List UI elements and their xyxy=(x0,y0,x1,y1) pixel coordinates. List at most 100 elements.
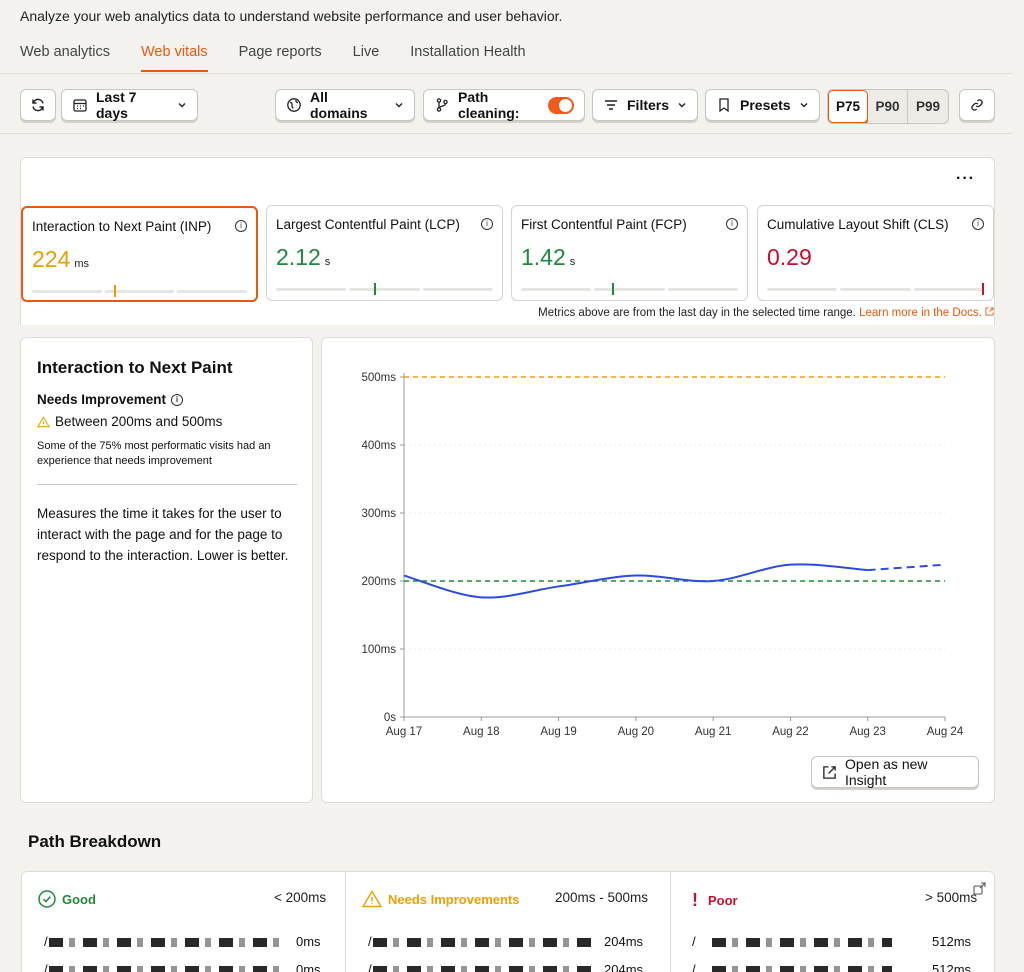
good-row-value: 0ms xyxy=(296,934,321,949)
tabs-divider xyxy=(0,73,1012,74)
copy-link-button[interactable] xyxy=(959,89,995,121)
docs-link[interactable]: Learn more in the Docs. xyxy=(859,307,982,319)
percentile-p99[interactable]: P99 xyxy=(908,90,948,123)
metric-card[interactable]: First Contentful Paint (FCP) i 1.42 s xyxy=(511,205,748,301)
detail-range: Between 200ms and 500ms xyxy=(37,414,222,429)
column-divider xyxy=(345,872,346,972)
path-cleaning-switch[interactable] xyxy=(548,96,574,114)
page-subtitle: Analyze your web analytics data to under… xyxy=(20,8,563,24)
metric-number: 2.12 xyxy=(276,244,321,270)
info-icon[interactable]: i xyxy=(235,220,247,232)
path-cleaning-toggle[interactable]: Path cleaning: xyxy=(423,89,585,121)
toolbar-divider xyxy=(0,133,1012,134)
needs-improvement-row-value: 204ms xyxy=(604,934,644,949)
export-icon[interactable] xyxy=(972,882,986,901)
metric-unit: s xyxy=(569,256,576,268)
metric-level-marker xyxy=(373,283,376,295)
path-breakdown-title: Path Breakdown xyxy=(28,832,162,851)
tab-installation-health[interactable]: Installation Health xyxy=(410,44,525,72)
info-icon[interactable]: i xyxy=(726,218,738,230)
chevron-down-icon xyxy=(800,103,808,108)
y-tick-label: 300ms xyxy=(361,508,396,520)
metric-level-marker xyxy=(981,283,984,295)
metric-number: 0.29 xyxy=(767,244,812,270)
y-tick-label: 200ms xyxy=(361,576,396,588)
path-prefix: / xyxy=(44,962,48,972)
refresh-button[interactable] xyxy=(20,89,56,121)
metric-value: 224 ms xyxy=(32,246,89,273)
warning-icon xyxy=(362,890,382,908)
path-redacted[interactable] xyxy=(373,966,593,972)
y-tick-label: 500ms xyxy=(361,372,396,384)
percentile-selector: P75 P90 P99 xyxy=(827,89,949,124)
x-tick-label: Aug 23 xyxy=(849,726,885,738)
detail-explain: Some of the 75% most performatic visits … xyxy=(37,440,271,467)
path-breakdown-card xyxy=(21,871,995,972)
poor-label: Poor xyxy=(708,893,738,908)
metric-number: 1.42 xyxy=(521,244,566,270)
metric-title: First Contentful Paint (FCP) xyxy=(521,217,687,232)
y-tick-label: 400ms xyxy=(361,440,396,452)
filters-button[interactable]: Filters xyxy=(592,89,698,121)
detail-range-label: Between 200ms and 500ms xyxy=(55,414,223,429)
bookmark-icon xyxy=(719,98,729,113)
tab-web-analytics[interactable]: Web analytics xyxy=(20,44,110,72)
metric-number: 224 xyxy=(32,246,71,272)
detail-description: Measures the time it takes for the user … xyxy=(37,506,289,563)
calendar-icon xyxy=(73,99,87,112)
percentile-p75[interactable]: P75 xyxy=(828,90,868,123)
metric-unit: s xyxy=(324,256,331,268)
chart-card: 0s 100ms 200ms 300ms 400ms 500ms Aug 17 Aug 18 A… xyxy=(321,337,995,803)
globe-icon xyxy=(287,98,301,112)
more-menu-icon[interactable]: ··· xyxy=(956,170,975,188)
tab-web-vitals[interactable]: Web vitals xyxy=(141,44,208,72)
info-icon[interactable]: i xyxy=(171,393,184,406)
metric-threshold-bar xyxy=(521,288,738,291)
detail-status: Needs Improvement i xyxy=(37,392,184,407)
tab-page-reports[interactable]: Page reports xyxy=(239,44,322,72)
detail-status-label: Needs Improvement xyxy=(37,392,167,407)
tab-bar: Web analytics Web vitals Page reports Li… xyxy=(20,44,526,72)
path-redacted[interactable] xyxy=(712,966,892,972)
info-icon[interactable]: i xyxy=(972,218,984,230)
path-prefix: / xyxy=(44,934,48,949)
poor-row-value: 512ms xyxy=(932,962,972,972)
x-tick-label: Aug 20 xyxy=(618,726,654,738)
metric-detail-card: Interaction to Next Paint Needs Improvem… xyxy=(20,337,313,803)
domains-select[interactable]: All domains xyxy=(275,89,415,121)
refresh-icon xyxy=(32,98,44,112)
presets-button[interactable]: Presets xyxy=(705,89,820,121)
good-column-header: Good xyxy=(38,890,96,908)
path-redacted[interactable] xyxy=(49,938,279,947)
metric-threshold-bar xyxy=(276,288,493,291)
inp-line-chart: 0s 100ms 200ms 300ms 400ms 500ms Aug 17 Aug 18 A… xyxy=(361,372,963,738)
needs-improvement-column-header: Needs Improvements xyxy=(362,890,520,908)
x-tick-label: Aug 18 xyxy=(463,726,499,738)
tab-live[interactable]: Live xyxy=(353,44,380,72)
chevron-down-icon xyxy=(395,103,403,108)
metric-title: Interaction to Next Paint (INP) xyxy=(32,219,212,234)
info-icon[interactable]: i xyxy=(481,218,493,230)
date-range-select[interactable]: Last 7 days xyxy=(61,89,198,121)
x-tick-label: Aug 19 xyxy=(540,726,576,738)
poor-column-header: ! Poor xyxy=(692,890,738,911)
path-redacted[interactable] xyxy=(373,938,593,947)
path-prefix: / xyxy=(368,962,372,972)
open-insight-label: Open as new Insight xyxy=(845,756,928,788)
metric-card[interactable]: Cumulative Layout Shift (CLS) i 0.29 xyxy=(757,205,994,301)
metric-unit: ms xyxy=(74,258,90,270)
percentile-p90[interactable]: P90 xyxy=(868,90,908,123)
path-redacted[interactable] xyxy=(712,938,892,947)
open-insight-button[interactable]: Open as new Insight xyxy=(811,756,979,788)
metrics-note: Metrics above are from the last day in t… xyxy=(538,307,994,319)
needs-improvement-label: Needs Improvements xyxy=(388,891,520,907)
metric-card[interactable]: Interaction to Next Paint (INP) i 224 ms xyxy=(21,206,258,302)
column-divider xyxy=(670,872,671,972)
metric-card[interactable]: Largest Contentful Paint (LCP) i 2.12 s xyxy=(266,205,503,301)
poor-row-value: 512ms xyxy=(932,934,972,949)
good-label: Good xyxy=(62,891,96,907)
filter-icon xyxy=(605,100,617,110)
branch-icon xyxy=(436,98,448,112)
path-redacted[interactable] xyxy=(49,966,279,972)
x-tick-label: Aug 21 xyxy=(695,726,731,738)
